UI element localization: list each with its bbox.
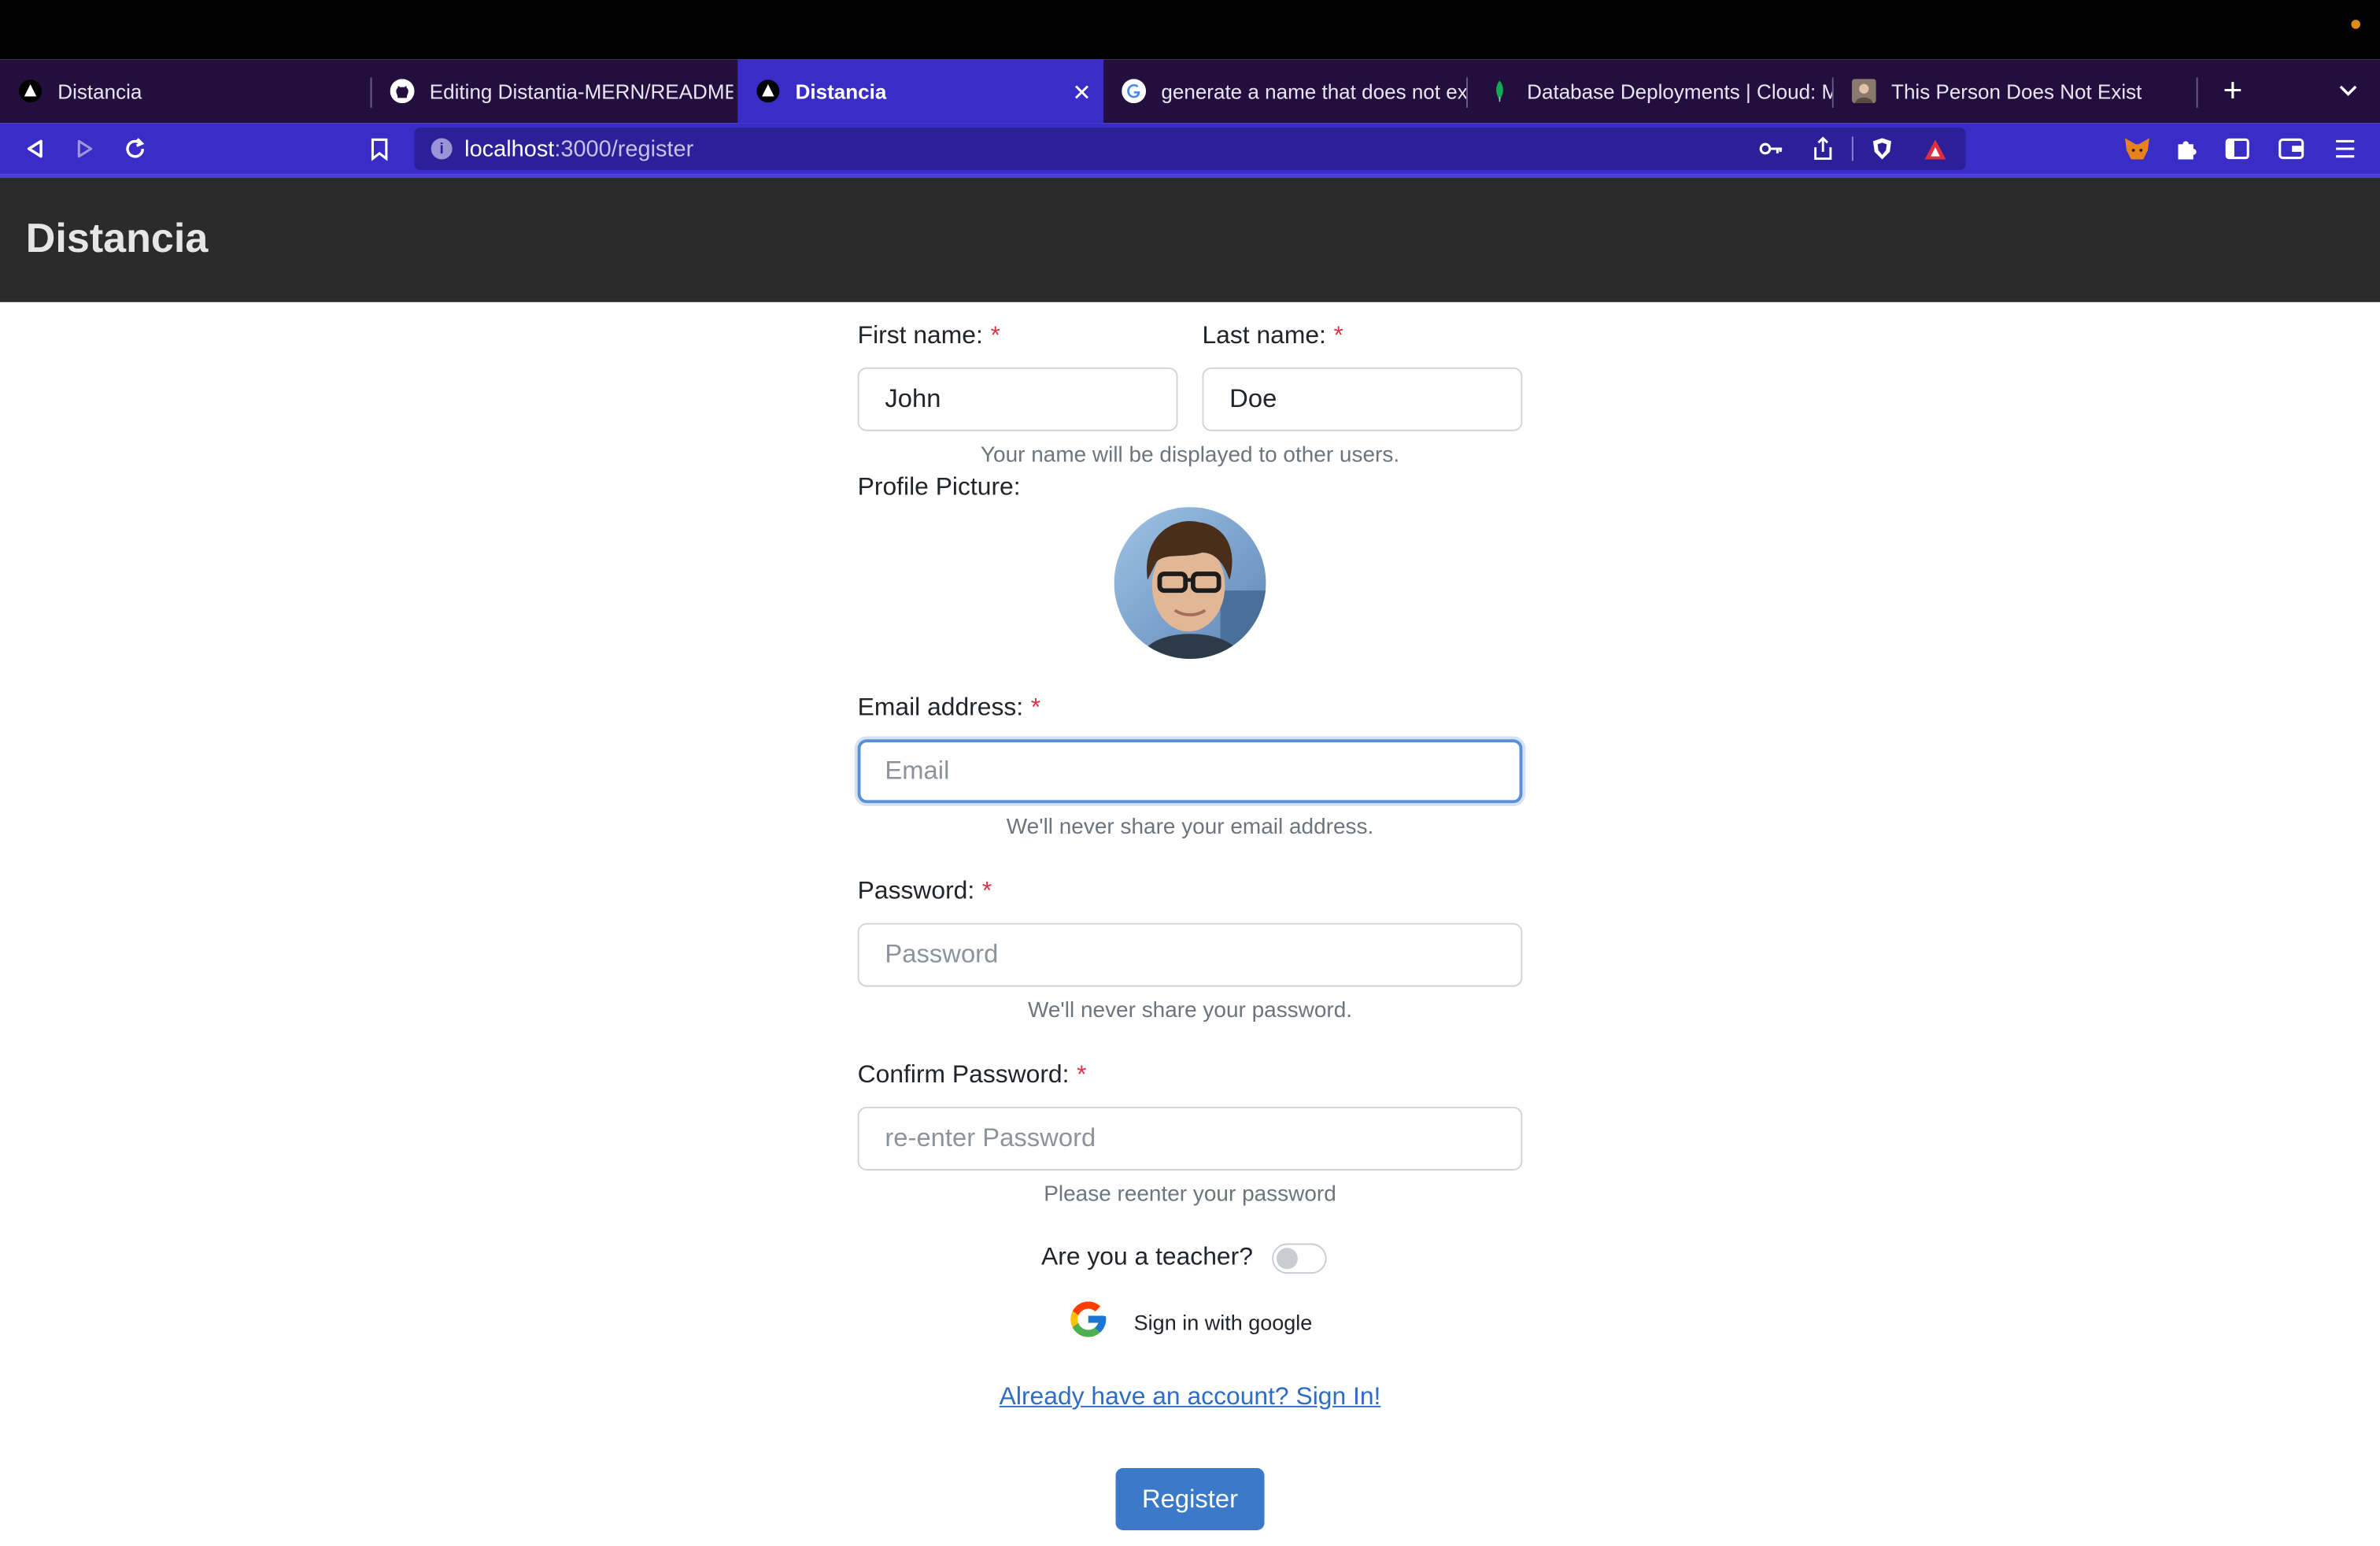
new-tab-button[interactable]: + — [2216, 59, 2249, 123]
required-mark: * — [990, 321, 1000, 350]
reload-icon[interactable] — [120, 134, 150, 165]
share-icon[interactable] — [1808, 134, 1839, 165]
tab-strip: Distancia Editing Distantia-MERN/README.… — [0, 59, 2380, 124]
teacher-label: Are you a teacher? — [1041, 1243, 1253, 1271]
close-tab-icon[interactable]: ✕ — [1072, 79, 1091, 106]
profile-avatar[interactable] — [1114, 507, 1266, 660]
mongodb-leaf-icon — [1488, 79, 1512, 103]
required-mark: * — [1077, 1061, 1087, 1089]
key-icon[interactable] — [1756, 134, 1787, 165]
tab-distancia-active[interactable]: Distancia ✕ — [737, 59, 1104, 124]
confirm-password-input[interactable] — [857, 1106, 1523, 1171]
forward-icon[interactable] — [70, 134, 101, 165]
tab-this-person[interactable]: This Person Does Not Exist — [1834, 59, 2198, 123]
google-signin-label: Sign in with google — [1133, 1310, 1313, 1335]
tab-list-chevron-icon[interactable] — [2334, 59, 2362, 123]
app-header: Distancia — [0, 177, 2380, 302]
google-signin-button[interactable]: Sign in with google — [1067, 1297, 1313, 1348]
url-path: :3000/register — [554, 135, 694, 162]
first-name-label: First name: * — [857, 321, 1000, 350]
password-help-text: We'll never share your password. — [1027, 999, 1353, 1023]
github-icon — [390, 79, 415, 104]
confirm-password-label: Confirm Password: * — [857, 1061, 1087, 1089]
google-g-icon — [1067, 1297, 1110, 1348]
tab-title: Editing Distantia-MERN/README.md — [429, 80, 734, 103]
wallet-icon[interactable] — [2275, 134, 2306, 165]
metamask-fox-icon[interactable] — [2122, 134, 2153, 165]
signin-link[interactable]: Already have an account? Sign In! — [0, 1383, 2380, 1412]
password-label: Password: * — [857, 877, 992, 905]
tab-title: generate a name that does not exist — [1161, 80, 1468, 103]
email-help-text: We'll never share your email address. — [1006, 815, 1374, 840]
tab-title: Distancia — [795, 80, 887, 103]
system-bar — [0, 0, 2380, 60]
address-bar[interactable]: i localhost:3000/register — [414, 128, 1966, 171]
tab-distancia-1[interactable]: Distancia — [0, 59, 372, 123]
sidebar-toggle-icon[interactable] — [2222, 134, 2252, 165]
name-help-text: Your name will be displayed to other use… — [980, 443, 1400, 468]
required-mark: * — [1333, 321, 1343, 350]
required-mark: * — [981, 877, 992, 905]
last-name-label: Last name: * — [1202, 321, 1343, 350]
person-photo-icon — [1851, 79, 1876, 104]
triangle-logo-icon — [756, 79, 780, 103]
tab-github-readme[interactable]: Editing Distantia-MERN/README.md — [372, 59, 737, 123]
triangle-logo-icon — [18, 79, 42, 103]
url-host: localhost — [464, 135, 555, 162]
brave-rewards-icon[interactable] — [1920, 134, 1951, 165]
tab-google-search[interactable]: generate a name that does not exist — [1103, 59, 1468, 123]
menu-hamburger-icon[interactable] — [2330, 134, 2360, 165]
google-icon — [1122, 79, 1147, 104]
tab-title: Distancia — [57, 80, 142, 103]
email-input[interactable] — [857, 739, 1523, 804]
last-name-input[interactable] — [1202, 367, 1523, 431]
first-name-input[interactable] — [857, 367, 1178, 431]
screen: Distancia Editing Distantia-MERN/README.… — [0, 0, 2380, 1545]
brave-shield-icon[interactable] — [1867, 134, 1898, 165]
recording-indicator-icon — [2351, 20, 2360, 29]
profile-picture-label: Profile Picture: — [857, 473, 1021, 501]
confirm-help-text: Please reenter your password — [1044, 1182, 1336, 1208]
required-mark: * — [1030, 693, 1041, 722]
tab-title: This Person Does Not Exist — [1891, 80, 2142, 103]
password-input[interactable] — [857, 923, 1523, 987]
extensions-puzzle-icon[interactable] — [2172, 134, 2203, 165]
email-label: Email address: * — [857, 693, 1041, 722]
bookmark-icon[interactable] — [364, 134, 395, 165]
site-info-icon[interactable]: i — [431, 138, 453, 160]
register-button[interactable]: Register — [1115, 1467, 1265, 1531]
brand-title[interactable]: Distancia — [26, 216, 209, 263]
back-icon[interactable] — [20, 134, 50, 165]
tab-mongodb[interactable]: Database Deployments | Cloud: MongoDB — [1469, 59, 1834, 123]
address-toolbar: i localhost:3000/register — [0, 123, 2380, 178]
tab-title: Database Deployments | Cloud: MongoDB — [1527, 80, 1834, 103]
toggle-knob — [1276, 1248, 1298, 1270]
teacher-toggle[interactable] — [1272, 1243, 1327, 1274]
